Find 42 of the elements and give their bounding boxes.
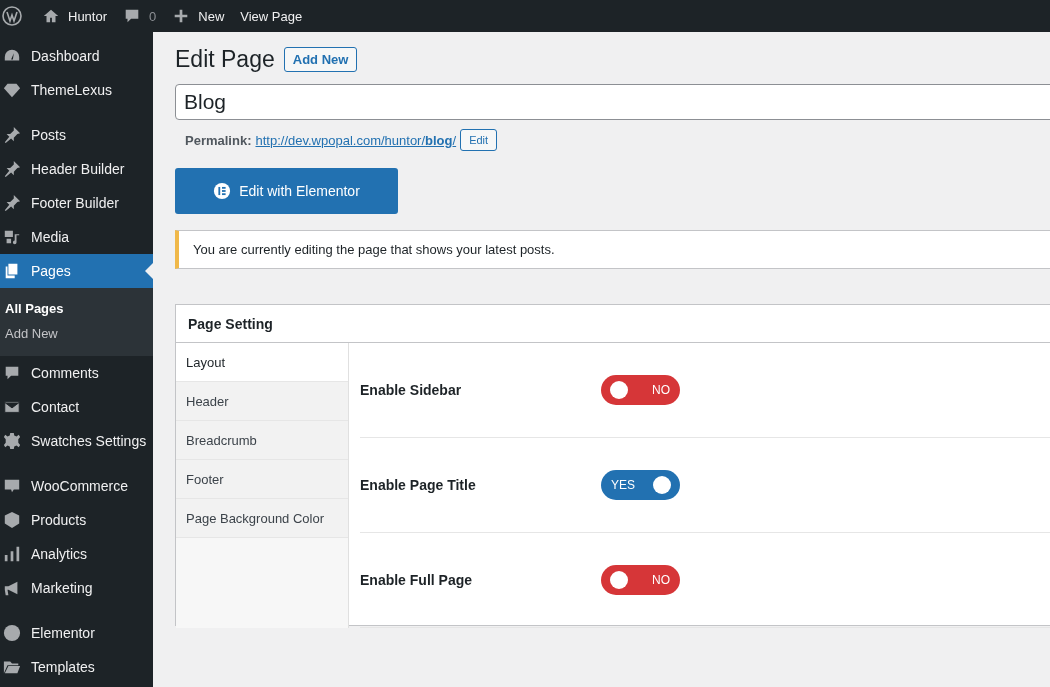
notice-text: You are currently editing the page that shows your latest posts.: [193, 242, 555, 257]
new-link[interactable]: New: [166, 0, 235, 32]
sidebar-item[interactable]: Header Builder: [0, 152, 153, 186]
sidebar-item[interactable]: Footer Builder: [0, 186, 153, 220]
permalink-link[interactable]: http://dev.wpopal.com/huntor/blog/: [255, 132, 457, 148]
toggle-switch[interactable]: NO: [601, 375, 680, 405]
add-new-button[interactable]: Add New: [283, 47, 358, 72]
edit-permalink-button[interactable]: Edit: [460, 129, 498, 151]
settings-tab[interactable]: Layout: [176, 343, 348, 382]
panel-title: Page Setting: [188, 315, 273, 332]
sidebar-item[interactable]: WooCommerce: [0, 469, 153, 503]
comments-link[interactable]: 0: [117, 0, 167, 32]
settings-tab[interactable]: Page Background Color: [176, 499, 348, 538]
submenu-item[interactable]: All Pages: [0, 296, 153, 321]
edit-with-elementor-button[interactable]: Edit with Elementor: [175, 168, 398, 214]
settings-tab[interactable]: Header: [176, 382, 348, 421]
sidebar-item[interactable]: Swatches Settings: [0, 424, 153, 458]
option-label: Enable Full Page: [360, 572, 474, 588]
option-label: Enable Sidebar: [360, 382, 463, 398]
sidebar-item[interactable]: Posts: [0, 118, 153, 152]
option-label: Enable Page Title: [360, 477, 477, 493]
view-page-link[interactable]: View Page: [234, 0, 313, 32]
sidebar-item[interactable]: Contact: [0, 390, 153, 424]
sidebar-item[interactable]: Templates: [0, 650, 153, 684]
title-input-field[interactable]: Blog: [175, 84, 1050, 120]
sidebar-item[interactable]: Dashboard: [0, 39, 153, 73]
sidebar-item[interactable]: Pages: [0, 254, 153, 288]
settings-tab[interactable]: Breadcrumb: [176, 421, 348, 460]
site-name-link[interactable]: Huntor: [36, 0, 118, 32]
settings-tab[interactable]: Footer: [176, 460, 348, 499]
sidebar-item[interactable]: Analytics: [0, 537, 153, 571]
toggle-switch[interactable]: NO: [601, 565, 680, 595]
sidebar-item[interactable]: Products: [0, 503, 153, 537]
sidebar-item[interactable]: Marketing: [0, 571, 153, 605]
sidebar-item[interactable]: Media: [0, 220, 153, 254]
sidebar-item[interactable]: Elementor: [0, 616, 153, 650]
sidebar-item[interactable]: Comments: [0, 356, 153, 390]
toggle-switch[interactable]: YES: [601, 470, 680, 500]
page-heading: Edit Page: [175, 46, 275, 73]
permalink-label: Permalink:: [185, 132, 252, 148]
submenu-item[interactable]: Add New: [0, 321, 153, 346]
sidebar-item[interactable]: ThemeLexus: [0, 73, 153, 107]
